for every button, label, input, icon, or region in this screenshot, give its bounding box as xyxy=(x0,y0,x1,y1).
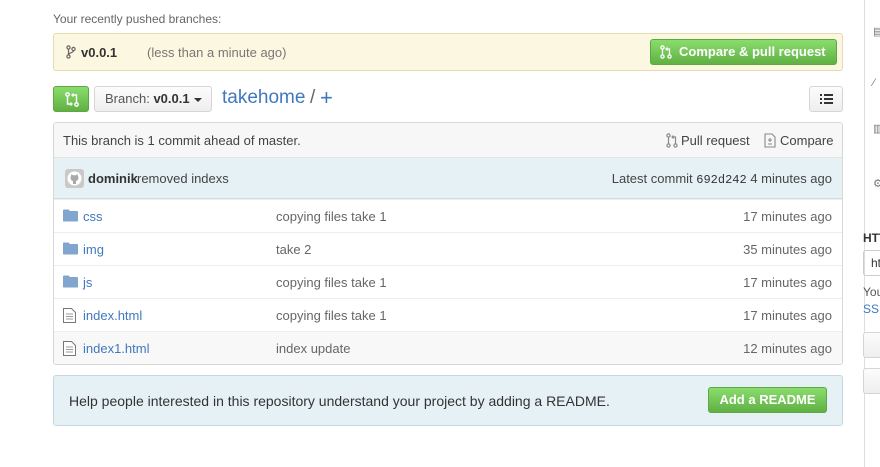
table-row[interactable]: index1.html index update 12 minutes ago xyxy=(54,331,842,364)
commit-meta: Latest commit 692d242 4 minutes ago xyxy=(612,171,832,187)
file-age: 12 minutes ago xyxy=(743,341,832,356)
file-age: 17 minutes ago xyxy=(743,209,832,224)
recent-branch-name[interactable]: v0.0.1 xyxy=(81,45,117,60)
file-commit-message[interactable]: copying files take 1 xyxy=(276,209,387,224)
latest-commit-bar: dominik removed indexs Latest commit 692… xyxy=(54,158,842,199)
commit-author[interactable]: dominik xyxy=(88,171,138,186)
branch-select-value: v0.0.1 xyxy=(153,91,190,106)
compare-arrows-icon xyxy=(65,92,79,107)
readme-prompt-text: Help people interested in this repositor… xyxy=(69,393,610,409)
pull-request-icon xyxy=(660,45,672,59)
pull-request-link[interactable]: Pull request xyxy=(666,133,750,148)
avatar[interactable] xyxy=(65,169,84,188)
ssh-link[interactable]: SSH xyxy=(863,302,880,316)
compare-pull-request-label: Compare & pull request xyxy=(679,44,826,59)
file-browser: This branch is 1 commit ahead of master.… xyxy=(53,122,843,365)
compare-icon xyxy=(764,133,776,148)
file-name[interactable]: index.html xyxy=(83,308,142,323)
compare-review-button[interactable] xyxy=(53,86,89,112)
pull-request-icon xyxy=(666,133,678,148)
file-commit-message[interactable]: copying files take 1 xyxy=(276,308,387,323)
compare-label: Compare xyxy=(780,133,834,148)
folder-icon xyxy=(63,209,78,222)
commit-message[interactable]: removed indexs xyxy=(137,171,229,186)
file-name[interactable]: css xyxy=(83,209,103,224)
file-age: 17 minutes ago xyxy=(743,275,832,290)
path-separator: / xyxy=(310,87,316,108)
repo-name-link[interactable]: takehome xyxy=(222,87,305,109)
commit-age: 4 minutes ago xyxy=(750,171,832,186)
compare-pull-request-button[interactable]: Compare & pull request xyxy=(650,39,837,65)
clone-desktop-button[interactable] xyxy=(863,332,880,358)
folder-icon xyxy=(63,242,78,255)
code-icon[interactable]: ▤ xyxy=(873,25,880,38)
file-icon xyxy=(63,341,76,356)
branch-select-prefix: Branch: xyxy=(105,91,150,106)
compare-link[interactable]: Compare xyxy=(764,133,833,148)
table-row[interactable]: css copying files take 1 17 minutes ago xyxy=(54,199,842,232)
latest-commit-label: Latest commit xyxy=(611,171,693,186)
file-name[interactable]: js xyxy=(83,275,92,290)
pull-request-label: Pull request xyxy=(681,133,750,148)
gear-icon[interactable]: ⚙ xyxy=(873,177,880,190)
clone-url-input[interactable]: https:// xyxy=(863,250,880,276)
file-commit-message[interactable]: take 2 xyxy=(276,242,311,257)
graph-icon[interactable]: ▥ xyxy=(873,122,880,135)
branch-select[interactable]: Branch: v0.0.1 xyxy=(94,86,212,112)
file-icon xyxy=(63,308,76,323)
caret-down-icon xyxy=(194,98,202,102)
recent-branch-notice: v0.0.1 (less than a minute ago) Compare … xyxy=(53,33,843,71)
folder-icon xyxy=(63,275,78,288)
readme-prompt: Help people interested in this repositor… xyxy=(53,375,843,426)
octocat-icon xyxy=(67,171,82,186)
table-row[interactable]: img take 2 35 minutes ago xyxy=(54,232,842,265)
branch-ahead-text: This branch is 1 commit ahead of master. xyxy=(63,133,301,148)
repo-nav-row: Branch: v0.0.1 takehome / + xyxy=(53,85,843,112)
table-row[interactable]: index.html copying files take 1 17 minut… xyxy=(54,298,842,331)
clone-help-text: You xyxy=(863,285,880,299)
commit-sha[interactable]: 692d242 xyxy=(696,173,746,187)
recent-branch-time: (less than a minute ago) xyxy=(147,45,287,60)
file-name[interactable]: img xyxy=(83,242,104,257)
table-row[interactable]: js copying files take 1 17 minutes ago xyxy=(54,265,842,298)
recent-branches-label: Your recently pushed branches: xyxy=(53,12,222,26)
list-icon xyxy=(820,94,833,104)
clone-protocol-label: HTTPS xyxy=(863,231,880,245)
list-view-button[interactable] xyxy=(809,86,843,112)
file-commit-message[interactable]: copying files take 1 xyxy=(276,275,387,290)
add-file-button[interactable]: + xyxy=(320,85,333,111)
add-readme-button[interactable]: Add a README xyxy=(708,387,827,413)
pulse-icon[interactable]: ⁄ xyxy=(873,77,875,89)
branch-icon xyxy=(66,45,76,59)
file-age: 35 minutes ago xyxy=(743,242,832,257)
file-age: 17 minutes ago xyxy=(743,308,832,323)
download-zip-button[interactable] xyxy=(863,368,880,394)
branch-status-bar: This branch is 1 commit ahead of master.… xyxy=(54,123,842,158)
file-name[interactable]: index1.html xyxy=(83,341,149,356)
file-commit-message[interactable]: index update xyxy=(276,341,350,356)
